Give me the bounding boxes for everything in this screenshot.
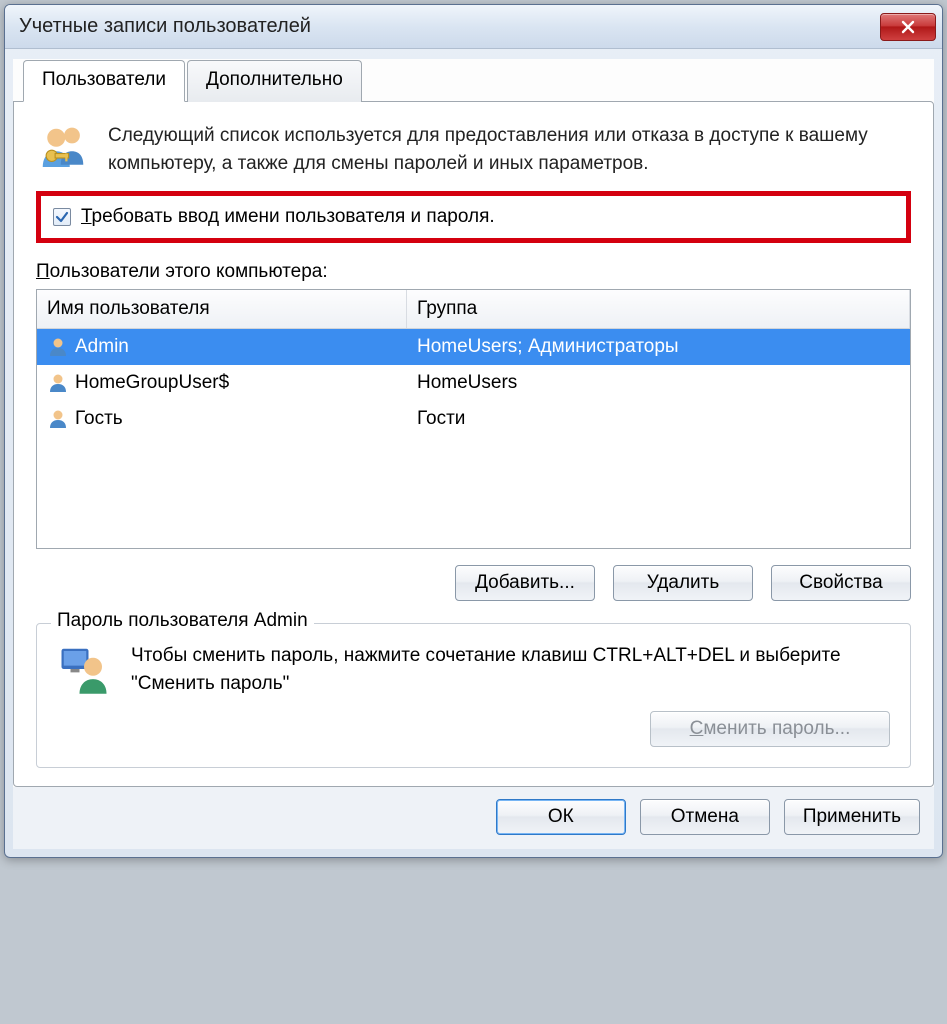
- window-title: Учетные записи пользователей: [19, 15, 880, 38]
- properties-button[interactable]: Свойства: [771, 565, 911, 601]
- password-hint-text: Чтобы сменить пароль, нажмите сочетание …: [131, 642, 890, 697]
- tab-advanced[interactable]: Дополнительно: [187, 60, 362, 102]
- intro-section: Следующий список используется для предос…: [36, 122, 911, 177]
- tab-strip: Пользователи Дополнительно: [13, 60, 934, 102]
- groupbox-legend: Пароль пользователя Admin: [51, 610, 314, 632]
- tab-page-users: Следующий список используется для предос…: [13, 101, 934, 787]
- checkmark-icon: [55, 210, 69, 224]
- tab-users[interactable]: Пользователи: [23, 60, 185, 102]
- user-monitor-icon: [57, 642, 111, 696]
- remove-button[interactable]: Удалить: [613, 565, 753, 601]
- require-password-checkbox[interactable]: [53, 208, 71, 226]
- close-button[interactable]: [880, 13, 936, 41]
- users-listview[interactable]: Имя пользователя Группа Admin HomeUsers;…: [36, 289, 911, 549]
- user-buttons-row: Добавить... Удалить Свойства: [36, 565, 911, 601]
- user-icon: [47, 372, 69, 394]
- password-groupbox: Пароль пользователя Admin Чтобы сменить …: [36, 623, 911, 768]
- client-area: Пользователи Дополнительно Следующий спи…: [13, 59, 934, 849]
- user-icon: [47, 408, 69, 430]
- column-username[interactable]: Имя пользователя: [37, 290, 407, 328]
- titlebar[interactable]: Учетные записи пользователей: [5, 5, 942, 49]
- cell-group: HomeUsers: [407, 369, 910, 397]
- user-icon: [47, 336, 69, 358]
- list-item[interactable]: Admin HomeUsers; Администраторы: [37, 329, 910, 365]
- dialog-footer: ОК Отмена Применить: [13, 787, 934, 849]
- intro-text: Следующий список используется для предос…: [108, 122, 911, 177]
- column-group[interactable]: Группа: [407, 290, 910, 328]
- add-button[interactable]: Добавить...: [455, 565, 595, 601]
- require-password-label: Требовать ввод имени пользователя и паро…: [81, 206, 495, 228]
- apply-button[interactable]: Применить: [784, 799, 920, 835]
- list-item[interactable]: HomeGroupUser$ HomeUsers: [37, 365, 910, 401]
- cell-group: HomeUsers; Администраторы: [407, 333, 910, 361]
- users-list-label: Пользователи этого компьютера:: [36, 261, 911, 283]
- ok-button[interactable]: ОК: [496, 799, 626, 835]
- cell-username: Гость: [75, 408, 123, 430]
- cell-username: Admin: [75, 336, 129, 358]
- users-keys-icon: [36, 122, 90, 176]
- cell-group: Гости: [407, 405, 910, 433]
- close-icon: [900, 19, 916, 35]
- list-item[interactable]: Гость Гости: [37, 401, 910, 437]
- cancel-button[interactable]: Отмена: [640, 799, 770, 835]
- dialog-window: Учетные записи пользователей Пользовател…: [4, 4, 943, 858]
- require-password-row: Требовать ввод имени пользователя и паро…: [36, 191, 911, 243]
- cell-username: HomeGroupUser$: [75, 372, 229, 394]
- change-password-button: Сменить пароль...: [650, 711, 890, 747]
- listview-header: Имя пользователя Группа: [37, 290, 910, 329]
